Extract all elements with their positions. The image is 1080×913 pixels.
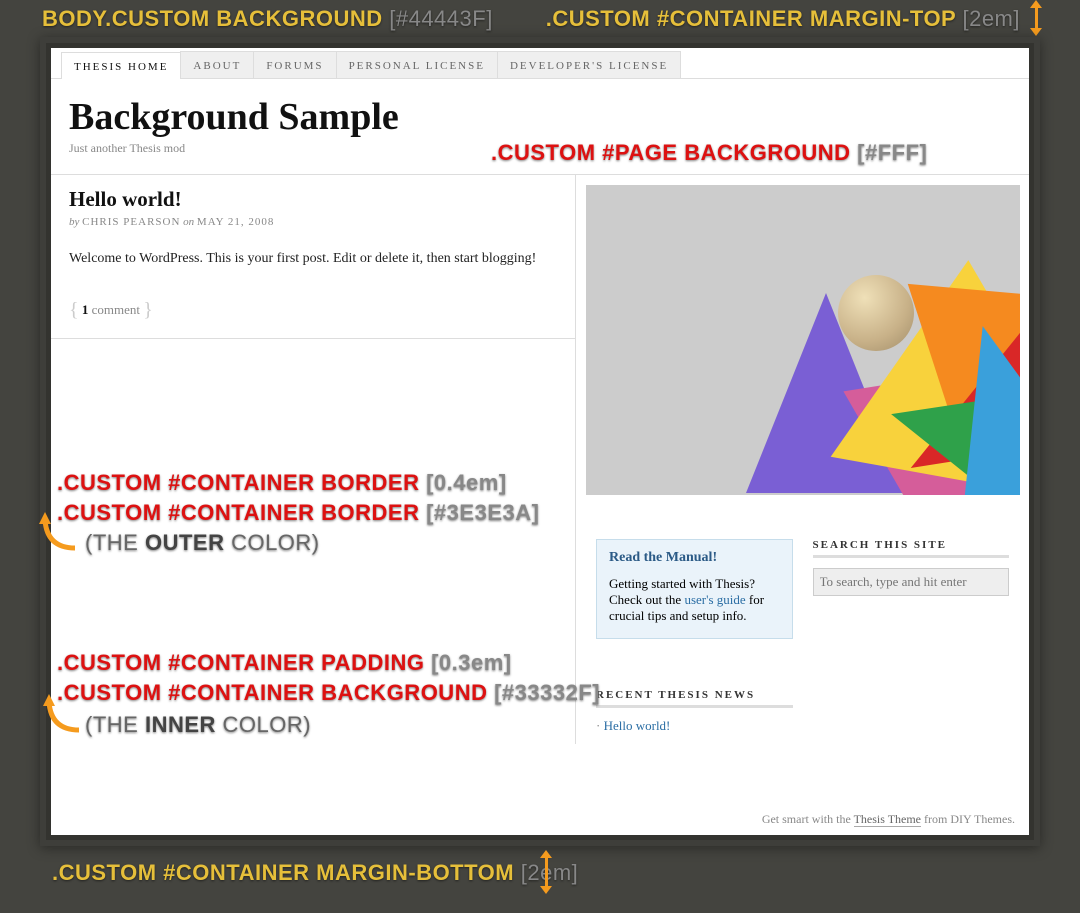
nav-tab-about[interactable]: ABOUT xyxy=(180,51,254,78)
arrow-margin-bottom-icon xyxy=(538,850,554,894)
annotation-margin-top: .CUSTOM #CONTAINER MARGIN-TOP [2em] xyxy=(546,6,1020,32)
arrow-outer-icon xyxy=(37,510,81,552)
nav-tab-developer[interactable]: DEVELOPER'S LICENSE xyxy=(497,51,681,78)
annotation-inner-note: (THE INNER COLOR) xyxy=(85,712,311,738)
post-byline: by CHRIS PEARSON on MAY 21, 2008 xyxy=(69,216,557,228)
search-heading: SEARCH THIS SITE xyxy=(813,539,1010,558)
site-title: Background Sample xyxy=(69,95,1029,139)
post: Hello world! by CHRIS PEARSON on MAY 21,… xyxy=(51,174,575,339)
nav-tab-home[interactable]: THESIS HOME xyxy=(61,52,181,79)
nav-tab-forums[interactable]: FORUMS xyxy=(253,51,336,78)
recent-item-link[interactable]: Hello world! xyxy=(604,718,671,733)
arrow-margin-top-icon xyxy=(1028,0,1044,36)
brace-left-icon: { xyxy=(69,299,79,321)
annotation-container-bg: .CUSTOM #CONTAINER BACKGROUND [#33332F] xyxy=(57,680,600,706)
recent-heading: RECENT THESIS NEWS xyxy=(596,689,793,708)
container: THESIS HOME ABOUT FORUMS PERSONAL LICENS… xyxy=(40,37,1040,846)
post-body: Welcome to WordPress. This is your first… xyxy=(69,248,557,269)
pinwheel-center-icon xyxy=(838,275,914,351)
nav-tabs: THESIS HOME ABOUT FORUMS PERSONAL LICENS… xyxy=(51,48,1029,79)
search-input[interactable] xyxy=(813,568,1010,596)
footer: Get smart with the Thesis Theme from DIY… xyxy=(762,812,1015,827)
nav-tab-personal[interactable]: PERSONAL LICENSE xyxy=(336,51,498,78)
thesis-theme-link[interactable]: Thesis Theme xyxy=(854,812,921,827)
post-date: MAY 21, 2008 xyxy=(197,216,275,228)
search-widget: SEARCH THIS SITE xyxy=(813,539,1010,596)
annotation-outer-note: (THE OUTER COLOR) xyxy=(85,530,320,556)
annotation-border-color: .CUSTOM #CONTAINER BORDER [#3E3E3A] xyxy=(57,500,539,526)
annotation-body-bg: BODY.CUSTOM BACKGROUND [#44443F] xyxy=(42,6,493,32)
comment-count[interactable]: { 1 comment } xyxy=(69,297,557,320)
post-title[interactable]: Hello world! xyxy=(69,187,557,212)
page: THESIS HOME ABOUT FORUMS PERSONAL LICENS… xyxy=(51,48,1029,835)
annotation-border-width: .CUSTOM #CONTAINER BORDER [0.4em] xyxy=(57,470,507,496)
users-guide-link[interactable]: user's guide xyxy=(684,592,745,607)
annotation-page-bg: .CUSTOM #PAGE BACKGROUND [#FFF] xyxy=(491,140,927,166)
pinwheel-image xyxy=(586,185,1020,495)
sidebar: Read the Manual! Getting started with Th… xyxy=(575,175,1029,744)
annotation-padding: .CUSTOM #CONTAINER PADDING [0.3em] xyxy=(57,650,512,676)
manual-heading: Read the Manual! xyxy=(609,550,780,566)
brace-right-icon: } xyxy=(143,299,153,321)
arrow-inner-icon xyxy=(41,692,85,734)
annotation-margin-bottom: .CUSTOM #CONTAINER MARGIN-BOTTOM [2em] xyxy=(52,860,578,886)
post-author[interactable]: CHRIS PEARSON xyxy=(82,216,180,228)
manual-box: Read the Manual! Getting started with Th… xyxy=(596,539,793,639)
recent-news: RECENT THESIS NEWS Hello world! xyxy=(596,689,793,734)
